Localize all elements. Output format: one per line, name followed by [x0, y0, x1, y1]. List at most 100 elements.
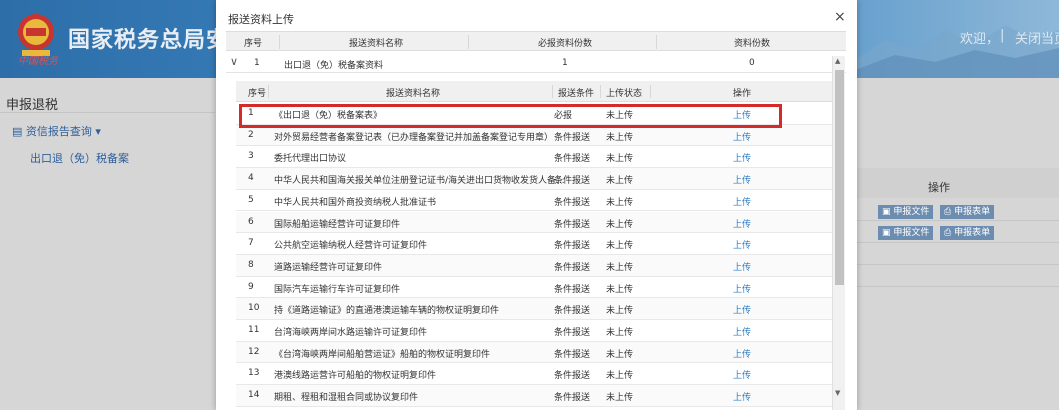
sidebar-menu-credit-report[interactable]: ▤ 资信报告查询 ▾ [12, 123, 101, 139]
divider [0, 112, 215, 113]
material-name: 国际汽车运输行车许可证复印件 [274, 284, 401, 295]
row-number: 7 [248, 238, 254, 249]
table-row: 5 中华人民共和国外商投资纳税人批准证书 条件报送 未上传 上传 [236, 190, 832, 212]
upload-link[interactable]: 上传 [733, 303, 751, 316]
document-icon: ▤ [12, 125, 26, 138]
slogan-logo: 中国税务 [18, 56, 58, 67]
submit-condition: 条件报送 [554, 262, 591, 273]
submit-condition: 条件报送 [554, 241, 591, 252]
upload-link[interactable]: 上传 [733, 238, 751, 251]
upload-status: 未上传 [606, 132, 634, 143]
expand-chevron-icon[interactable]: ∨ [230, 55, 238, 68]
column-header: 报送条件 [558, 89, 595, 99]
scroll-up-icon[interactable]: ▲ [835, 57, 840, 65]
submit-form-button[interactable]: ⎙ 申报表单 [940, 226, 995, 240]
row-number: 3 [248, 151, 254, 162]
table-row[interactable]: ∨ 1 出口退（免）税备案资料 1 0 [226, 54, 846, 73]
column-header: 序号 [248, 89, 267, 99]
upload-link[interactable]: 上传 [733, 347, 751, 360]
inner-table: 序号 报送资料名称 报送条件 上传状态 操作 1 《出口退（免）税备案表》 必报 未上… [236, 81, 832, 410]
table-row: 10 持《道路运输证》的直通港澳运输车辆的物权证明复印件 条件报送 未上传 上传 [236, 298, 832, 320]
submit-condition: 条件报送 [554, 197, 591, 208]
submit-condition: 条件报送 [554, 284, 591, 295]
column-header: 序号 [244, 39, 263, 49]
upload-link[interactable]: 上传 [733, 151, 751, 164]
sidebar-title: 申报退税 [6, 98, 59, 113]
material-name: 持《道路运输证》的直通港澳运输车辆的物权证明复印件 [274, 306, 500, 317]
table-row: 9 国际汽车运输行车许可证复印件 条件报送 未上传 上传 [236, 277, 832, 299]
file-icon: ▣ [882, 207, 894, 217]
upload-dialog: 报送资料上传 × 序号 报送资料名称 必报资料份数 资料份数 ∨ 1 出口退（免… [216, 0, 857, 410]
submit-condition: 条件报送 [554, 154, 591, 165]
header-separator: | [1000, 28, 1005, 43]
operation-header: 操作 [928, 181, 950, 194]
upload-link[interactable]: 上传 [733, 325, 751, 338]
submit-condition: 条件报送 [554, 371, 591, 382]
table-row: 3 委托代理出口协议 条件报送 未上传 上传 [236, 146, 832, 169]
material-name: 道路运输经营许可证复印件 [274, 262, 383, 273]
submit-condition: 条件报送 [554, 176, 591, 187]
upload-status: 未上传 [606, 371, 634, 382]
close-page-link[interactable]: 关闭当页 [1015, 28, 1059, 47]
upload-link[interactable]: 上传 [733, 130, 751, 143]
submit-condition: 条件报送 [554, 132, 591, 143]
upload-link[interactable]: 上传 [733, 368, 751, 381]
upload-link[interactable]: 上传 [733, 195, 751, 208]
table-row: 4 中华人民共和国海关报关单位注册登记证书/海关进出口货物收发货人备... 条件报送… [236, 168, 832, 190]
table-row: 7 公共航空运输纳税人经营许可证复印件 条件报送 未上传 上传 [236, 233, 832, 255]
upload-status: 未上传 [606, 176, 634, 187]
upload-status: 未上传 [606, 197, 634, 208]
material-name: 对外贸易经营者备案登记表（已办理备案登记并加盖备案登记专用章） [274, 132, 554, 143]
column-header: 必报资料份数 [538, 39, 593, 49]
scrollbar[interactable]: ▲ ▼ [832, 56, 845, 410]
print-icon: ⎙ [944, 228, 955, 238]
upload-status: 未上传 [606, 306, 634, 317]
upload-link[interactable]: 上传 [733, 217, 751, 230]
material-name: 国际船舶运输经营许可证复印件 [274, 219, 401, 230]
divider [857, 220, 1059, 221]
row-number: 12 [248, 346, 260, 357]
submit-file-button[interactable]: ▣ 申报文件 [878, 205, 934, 219]
dialog-title: 报送资料上传 [228, 13, 294, 26]
upload-status: 未上传 [606, 284, 634, 295]
row-number: 2 [248, 129, 254, 140]
upload-link[interactable]: 上传 [733, 390, 751, 403]
upload-status: 未上传 [606, 219, 634, 230]
sidebar-submenu-export-filing[interactable]: 出口退（免）税备案 [30, 150, 129, 166]
submit-condition: 条件报送 [554, 328, 591, 338]
required-count: 1 [562, 58, 568, 68]
column-header: 上传状态 [606, 89, 643, 99]
close-icon[interactable]: × [834, 9, 846, 25]
submit-condition: 条件报送 [554, 393, 591, 404]
upload-status: 未上传 [606, 154, 634, 165]
row-number: 4 [248, 173, 254, 184]
divider [857, 242, 1059, 243]
upload-status: 未上传 [606, 328, 634, 338]
caret-down-icon: ▾ [91, 125, 101, 138]
row-number: 9 [248, 281, 254, 292]
row-number: 8 [248, 259, 254, 270]
row-number: 1 [254, 58, 260, 68]
upload-link[interactable]: 上传 [733, 260, 751, 273]
material-name: 台湾海峡两岸间水路运输许可证复印件 [274, 328, 428, 338]
submit-condition: 条件报送 [554, 306, 591, 317]
submit-form-button[interactable]: ⎙ 申报表单 [940, 205, 995, 219]
table-row: 11 台湾海峡两岸间水路运输许可证复印件 条件报送 未上传 上传 [236, 320, 832, 342]
column-header: 资料份数 [734, 39, 771, 49]
upload-status: 未上传 [606, 241, 634, 252]
scroll-thumb[interactable] [835, 70, 844, 285]
material-name: 《台湾海峡两岸间船舶营运证》船舶的物权证明复印件 [274, 349, 491, 360]
scroll-down-icon[interactable]: ▼ [835, 389, 840, 397]
upload-status: 未上传 [606, 262, 634, 273]
material-name: 公共航空运输纳税人经营许可证复印件 [274, 241, 428, 252]
material-name: 中华人民共和国外商投资纳税人批准证书 [274, 197, 437, 208]
row-number: 5 [248, 194, 254, 205]
upload-link[interactable]: 上传 [733, 173, 751, 186]
column-header: 报送资料名称 [386, 89, 441, 99]
upload-link[interactable]: 上传 [733, 282, 751, 295]
submit-file-button[interactable]: ▣ 申报文件 [878, 226, 934, 240]
table-row: 13 港澳线路运营许可船舶的物权证明复印件 条件报送 未上传 上传 [236, 363, 832, 386]
row-number: 10 [248, 303, 260, 314]
material-count: 0 [749, 58, 755, 68]
background-table-header [857, 168, 1059, 198]
